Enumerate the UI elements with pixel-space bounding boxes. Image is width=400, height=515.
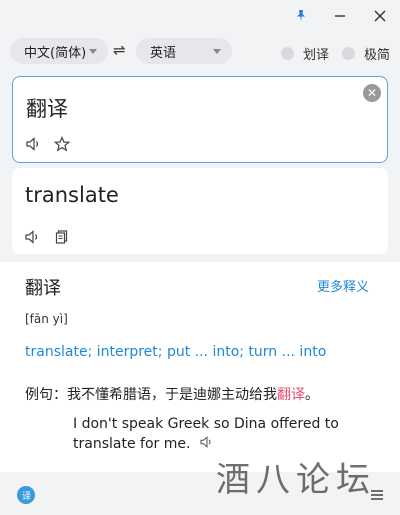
chevron-down-icon [89,49,97,54]
copy-icon[interactable] [55,230,69,248]
svg-text:译: 译 [22,491,31,501]
source-language-label: 中文(简体) [24,45,87,61]
example-text: 我不懂希腊语，于是迪娜主动给我 [67,387,277,403]
dictionary-panel: 翻译 更多释义 [fān yì] translate; interpret; p… [0,262,400,472]
translation-result-text: translate [25,183,119,207]
radio-indicator [281,47,294,60]
example-highlight: 翻译 [277,387,305,403]
toggle-label: 极简 [364,48,391,63]
source-language-select[interactable]: 中文(简体) [10,38,108,64]
footer-bar: 译 酒八论坛 [0,460,400,515]
swap-languages-icon[interactable]: ⇌ [113,41,126,59]
app-logo-icon[interactable]: 译 [17,486,35,504]
menu-icon[interactable] [370,486,384,505]
translation-result-card: translate [12,168,388,254]
source-text-card[interactable]: 翻译 ✕ [12,76,388,163]
definitions-list[interactable]: translate; interpret; put ... into; turn… [25,344,326,360]
toggle-minimal-mode[interactable]: 极简 [342,44,390,63]
star-icon[interactable] [53,135,71,156]
example-translation: I don't speak Greek so Dina offered to t… [73,414,373,454]
more-definitions-link[interactable]: 更多释义 [317,276,369,295]
minimize-icon[interactable] [330,6,350,26]
source-text-input[interactable]: 翻译 [26,93,68,123]
speaker-icon[interactable] [25,230,41,248]
toggle-select-translate[interactable]: 划译 [281,44,329,63]
language-bar: 中文(简体) ⇌ 英语 划译 极简 [0,38,400,66]
radio-indicator [342,47,355,60]
example-sentence: 例句：我不懂希腊语，于是迪娜主动给我翻译。 [25,384,319,404]
dictionary-headword: 翻译 [25,278,61,299]
example-text-end: 。 [305,387,319,403]
close-icon[interactable] [370,6,390,26]
clear-icon[interactable]: ✕ [363,84,381,102]
toggle-label: 划译 [303,48,330,63]
phonetic: [fān yì] [25,312,68,326]
target-language-label: 英语 [150,45,177,61]
speaker-icon[interactable] [200,436,214,451]
speaker-icon[interactable] [26,137,42,155]
example-label: 例句： [25,387,67,403]
title-bar [0,0,400,32]
chevron-down-icon [213,49,221,54]
pin-icon[interactable] [291,6,311,26]
target-language-select[interactable]: 英语 [136,38,232,64]
watermark-text: 酒八论坛 [216,460,376,500]
